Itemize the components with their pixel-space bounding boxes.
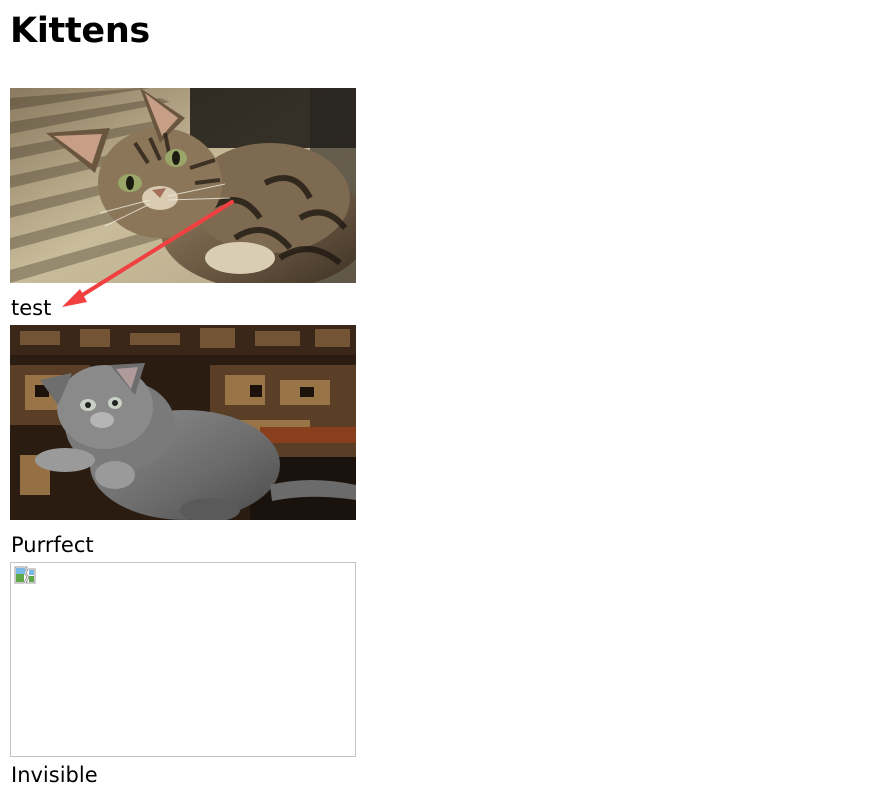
kitten-caption: test bbox=[11, 296, 52, 320]
kitten-caption: Purrfect bbox=[11, 533, 94, 557]
kitten-caption: Invisible bbox=[11, 763, 98, 787]
page-title: Kittens bbox=[10, 11, 150, 51]
gray-kitten-photo bbox=[10, 325, 356, 520]
broken-image-placeholder bbox=[10, 562, 356, 757]
broken-image-icon bbox=[14, 566, 36, 584]
tabby-kitten-photo bbox=[10, 88, 356, 283]
page: Kittens test Purrfect Invisible bbox=[0, 0, 893, 787]
